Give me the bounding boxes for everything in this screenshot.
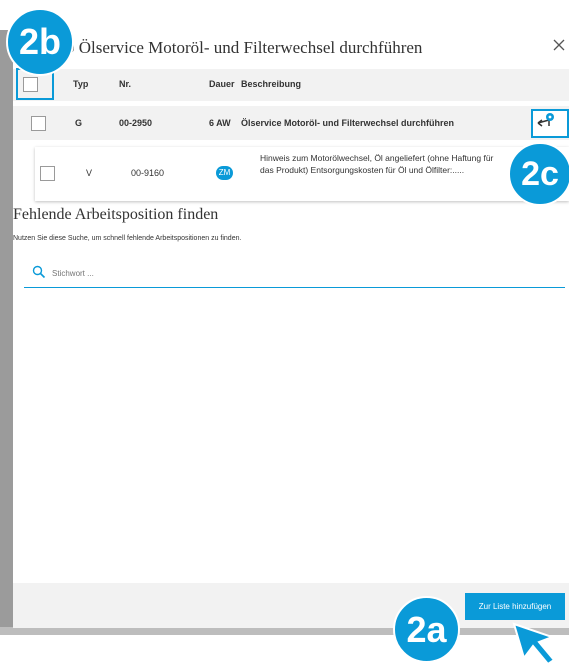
search-section-title: Fehlende Arbeitsposition finden xyxy=(13,206,219,223)
row-description: Hinweis zum Motorölwechsel, Öl angeliefe… xyxy=(260,153,494,175)
search-field[interactable] xyxy=(24,258,565,288)
expand-sub-items-button[interactable] xyxy=(531,109,569,138)
column-header-duration: Dauer xyxy=(209,79,235,89)
row-description: Ölservice Motoröl- und Filterwechsel dur… xyxy=(241,118,455,128)
dialog-title: 0 Ölservice Motoröl- und Filterwechsel d… xyxy=(66,38,423,57)
column-header-type: Typ xyxy=(73,79,89,89)
search-input[interactable] xyxy=(52,264,532,282)
row-type: V xyxy=(86,168,93,178)
table-row[interactable]: G 00-2950 6 AW Ölservice Motoröl- und Fi… xyxy=(13,106,569,140)
backdrop-bottom xyxy=(0,627,569,635)
table-header: Typ Nr. Dauer Beschreibung xyxy=(13,69,569,101)
row-number: 00-2950 xyxy=(119,118,153,128)
add-to-list-button[interactable]: Zur Liste hinzufügen xyxy=(465,593,565,620)
cursor-arrow-icon xyxy=(512,622,556,663)
close-icon[interactable] xyxy=(550,36,568,54)
zm-badge: ZM xyxy=(216,166,233,180)
column-header-number: Nr. xyxy=(119,79,132,89)
search-icon xyxy=(32,265,46,279)
table-row-sub[interactable]: V 00-9160 ZM Hinweis zum Motorölwechsel,… xyxy=(35,147,569,201)
row-checkbox[interactable] xyxy=(31,116,46,131)
marker-2b: 2b xyxy=(6,8,74,76)
marker-2a: 2a xyxy=(393,596,460,663)
backdrop-left xyxy=(0,30,13,633)
column-header-description: Beschreibung xyxy=(241,79,302,89)
marker-2c: 2c xyxy=(508,142,569,206)
row-duration: 6 AW xyxy=(209,118,231,128)
expand-arrow-icon xyxy=(537,113,554,127)
dialog-footer: Zur Liste hinzufügen xyxy=(13,583,569,628)
row-checkbox[interactable] xyxy=(40,166,55,181)
row-number: 00-9160 xyxy=(131,168,165,178)
row-type: G xyxy=(75,118,83,128)
add-positions-dialog: 0 Ölservice Motoröl- und Filterwechsel d… xyxy=(13,30,569,628)
search-section-subtitle: Nutzen Sie diese Suche, um schnell fehle… xyxy=(13,235,242,242)
